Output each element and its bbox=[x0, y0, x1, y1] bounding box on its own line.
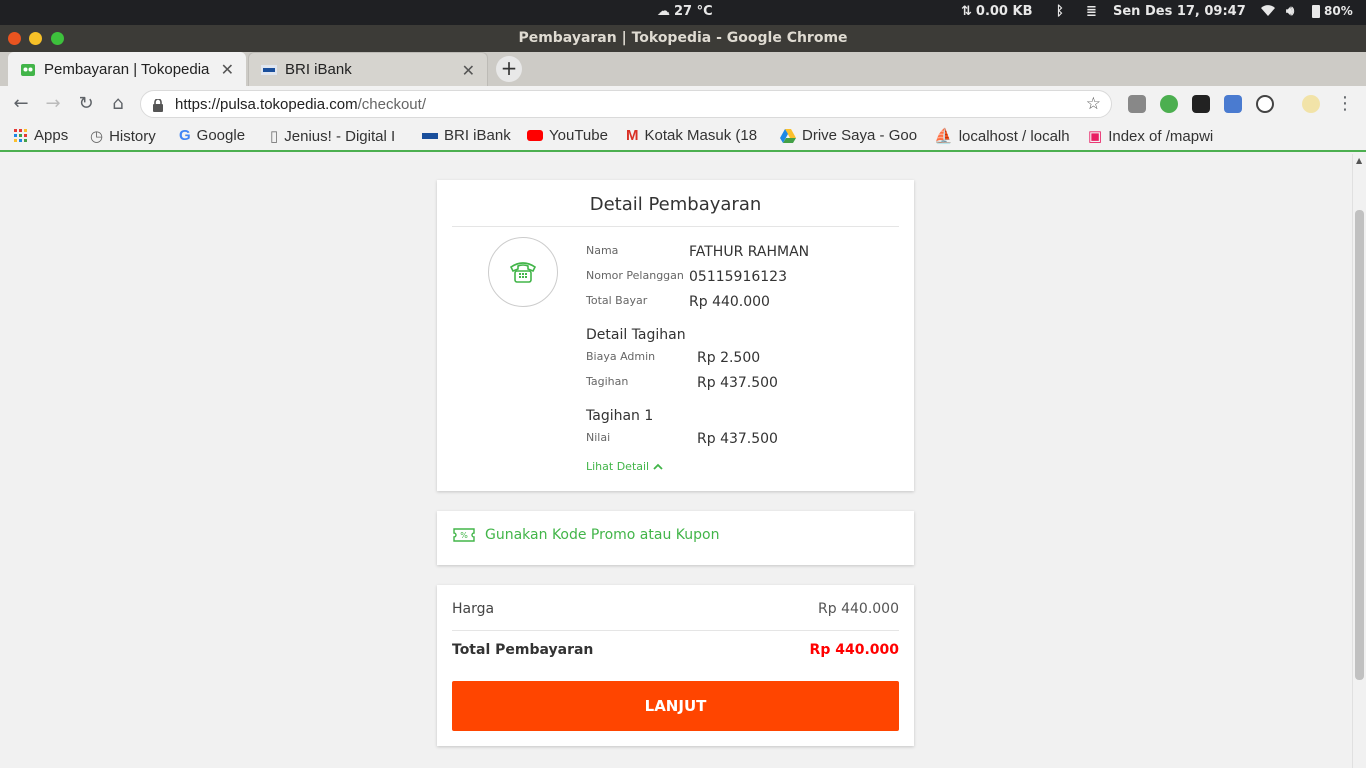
tab-bri-ibank[interactable]: BRI iBank ✕ bbox=[248, 52, 488, 86]
bookmark-localhost[interactable]: ⛵ localhost / localh bbox=[934, 127, 1072, 146]
wifi-icon[interactable] bbox=[1260, 4, 1276, 17]
close-tab-icon[interactable]: ✕ bbox=[221, 60, 234, 80]
biaya-admin-value: Rp 2.500 bbox=[697, 350, 761, 366]
total-bayar-value: Rp 440.000 bbox=[689, 294, 770, 310]
window-title: Pembayaran | Tokopedia - Google Chrome bbox=[518, 30, 848, 46]
detail-tagihan-heading: Detail Tagihan bbox=[586, 327, 686, 343]
clock[interactable]: Sen Des 17, 09:47 bbox=[1113, 4, 1246, 19]
total-pembayaran-label: Total Pembayaran bbox=[452, 642, 594, 658]
nama-value: FATHUR RAHMAN bbox=[689, 244, 810, 260]
tab-pembayaran[interactable]: Pembayaran | Tokopedia ✕ bbox=[8, 52, 246, 86]
menu-icon[interactable]: ⋮ bbox=[1334, 93, 1356, 115]
total-pembayaran-value: Rp 440.000 bbox=[809, 642, 899, 658]
folder-icon: ▣ bbox=[1088, 128, 1103, 145]
harga-value: Rp 440.000 bbox=[818, 601, 899, 617]
bookmark-youtube[interactable]: YouTube bbox=[527, 127, 608, 144]
nilai-value: Rp 437.500 bbox=[697, 431, 778, 447]
tab-strip: Pembayaran | Tokopedia ✕ BRI iBank ✕ bbox=[0, 52, 1366, 86]
bookmark-jenius[interactable]: ▯ Jenius! - Digital I bbox=[270, 127, 406, 146]
lihat-detail-link[interactable]: Lihat Detail bbox=[586, 460, 663, 473]
nilai-label: Nilai bbox=[586, 431, 611, 444]
summary-card: Harga Rp 440.000 Total Pembayaran Rp 440… bbox=[437, 585, 914, 746]
system-top-bar: ☁ 27 °C ⇅ 0.00 KB ᛒ ≣ Sen Des 17, 09:47 … bbox=[0, 0, 1366, 25]
close-tab-icon[interactable]: ✕ bbox=[462, 61, 475, 81]
translate-icon[interactable] bbox=[1224, 95, 1242, 113]
maximize-window-button[interactable] bbox=[51, 32, 64, 45]
scrollbar-thumb[interactable] bbox=[1355, 210, 1364, 680]
divider bbox=[452, 630, 899, 631]
tagihan-value: Rp 437.500 bbox=[697, 375, 778, 391]
reload-icon[interactable]: ↻ bbox=[75, 93, 97, 115]
bookmark-bri-ibank[interactable]: BRI iBank bbox=[422, 127, 511, 144]
bri-icon bbox=[261, 62, 277, 78]
total-bayar-label: Total Bayar bbox=[586, 294, 648, 307]
google-icon: G bbox=[179, 127, 191, 144]
payment-detail-card: Detail Pembayaran Nama FATHUR RAHMAN Nom… bbox=[437, 180, 914, 491]
telephone-icon bbox=[488, 237, 558, 307]
tagihan-1-heading: Tagihan 1 bbox=[586, 408, 654, 424]
divider bbox=[452, 226, 899, 227]
page-scrollbar[interactable]: ▲ bbox=[1352, 154, 1366, 768]
bookmark-google[interactable]: G Google bbox=[179, 127, 245, 144]
star-icon[interactable]: ☆ bbox=[1086, 94, 1101, 114]
bookmark-apps[interactable]: Apps bbox=[14, 127, 68, 144]
close-window-button[interactable] bbox=[8, 32, 21, 45]
volume-icon[interactable]: 🔊︎ bbox=[1286, 4, 1294, 19]
tagihan-label: Tagihan bbox=[586, 375, 629, 388]
coupon-icon: % bbox=[453, 528, 475, 542]
harga-label: Harga bbox=[452, 601, 495, 617]
url-text: https://pulsa.tokopedia.com/checkout/ bbox=[175, 96, 426, 113]
drive-icon bbox=[780, 128, 796, 143]
extension-icon[interactable] bbox=[1160, 95, 1178, 113]
bookmark-drive[interactable]: Drive Saya - Goo bbox=[780, 127, 918, 144]
lanjut-button[interactable]: LANJUT bbox=[452, 681, 899, 731]
promo-card[interactable]: % Gunakan Kode Promo atau Kupon bbox=[437, 511, 914, 565]
browser-toolbar: ← → ↻ ⌂ https://pulsa.tokopedia.com/chec… bbox=[0, 86, 1366, 122]
biaya-admin-label: Biaya Admin bbox=[586, 350, 656, 363]
page-content: Detail Pembayaran Nama FATHUR RAHMAN Nom… bbox=[0, 154, 1352, 768]
nama-label: Nama bbox=[586, 244, 619, 257]
profile-avatar[interactable] bbox=[1302, 95, 1320, 113]
battery-indicator[interactable]: 80% bbox=[1312, 4, 1353, 18]
bookmark-gmail[interactable]: M Kotak Masuk (18 bbox=[626, 127, 764, 144]
forward-icon[interactable]: → bbox=[42, 93, 64, 115]
history-icon: ◷ bbox=[90, 128, 104, 145]
extension-icon[interactable] bbox=[1192, 95, 1210, 113]
battery-icon bbox=[1312, 4, 1320, 18]
transfer-icon: ⇅ bbox=[961, 4, 972, 19]
nomor-value: 05115916123 bbox=[689, 269, 787, 285]
gmail-icon: M bbox=[626, 127, 639, 144]
phpmyadmin-icon: ⛵ bbox=[934, 128, 953, 145]
notes-icon[interactable]: ≣ bbox=[1086, 4, 1097, 19]
network-indicator[interactable]: ⇅ 0.00 KB bbox=[961, 4, 1033, 19]
apps-grid-icon bbox=[14, 128, 27, 142]
svg-text:%: % bbox=[460, 531, 468, 540]
cloud-icon: ☁ bbox=[657, 4, 670, 19]
bluetooth-icon[interactable]: ᛒ bbox=[1056, 4, 1064, 19]
detail-title: Detail Pembayaran bbox=[589, 194, 762, 215]
minimize-window-button[interactable] bbox=[29, 32, 42, 45]
weather-indicator[interactable]: ☁ 27 °C bbox=[657, 4, 713, 19]
extension-icon[interactable] bbox=[1128, 95, 1146, 113]
bookmark-index[interactable]: ▣ Index of /mapwi bbox=[1088, 127, 1224, 146]
bri-icon bbox=[422, 132, 438, 139]
page-icon: ▯ bbox=[270, 128, 279, 145]
bookmarks-bar: Apps ◷ History G Google ▯ Jenius! - Digi… bbox=[0, 122, 1366, 152]
scroll-up-icon[interactable]: ▲ bbox=[1356, 156, 1362, 165]
chevron-up-icon bbox=[653, 463, 663, 470]
youtube-icon bbox=[527, 130, 543, 141]
address-bar[interactable]: https://pulsa.tokopedia.com/checkout/ ☆ bbox=[140, 90, 1112, 118]
nomor-label: Nomor Pelanggan bbox=[586, 269, 684, 282]
speed-icon[interactable] bbox=[1256, 95, 1274, 113]
promo-link[interactable]: % Gunakan Kode Promo atau Kupon bbox=[453, 527, 719, 543]
lock-icon bbox=[153, 97, 163, 116]
home-icon[interactable]: ⌂ bbox=[107, 93, 129, 115]
new-tab-button[interactable]: + bbox=[496, 56, 522, 82]
back-icon[interactable]: ← bbox=[10, 93, 32, 115]
tokopedia-icon bbox=[20, 61, 36, 77]
window-titlebar: Pembayaran | Tokopedia - Google Chrome bbox=[0, 25, 1366, 52]
bookmark-history[interactable]: ◷ History bbox=[90, 127, 156, 146]
